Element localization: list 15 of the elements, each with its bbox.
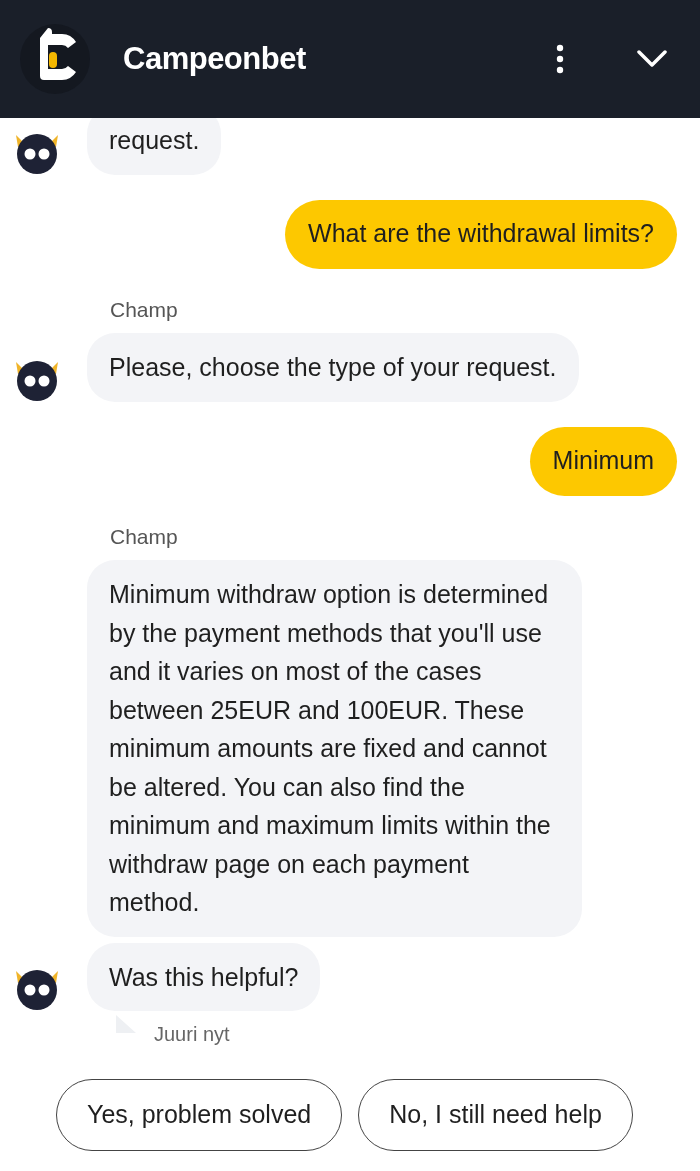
bot-message: Please, choose the type of your request. xyxy=(87,333,579,402)
more-icon xyxy=(556,44,564,74)
user-message: Minimum xyxy=(529,426,677,496)
bot-message: Was this helpful? xyxy=(87,942,321,1011)
chevron-down-icon xyxy=(637,50,667,68)
message-time: Juuri nyt xyxy=(154,1022,230,1047)
chat-title: Campeonbet xyxy=(123,39,306,78)
logo-icon xyxy=(20,24,90,94)
sender-name: Champ xyxy=(110,296,179,323)
quick-reply-button[interactable]: Yes, problem solved xyxy=(56,1079,343,1151)
quick-reply-button[interactable]: No, I still need help xyxy=(358,1079,633,1151)
bot-message: request. xyxy=(87,118,222,175)
sender-name: Champ xyxy=(110,523,179,550)
bot-message: Minimum withdraw option is determined by the payment methods that you'll use and it varies on most of the cases between 25EUR and 100EUR. These minimum amounts are fixed and cannot be altered. You can also find the minimum and maximum limits within the withdraw page on each payment method. xyxy=(87,560,582,937)
user-message: What are the withdrawal limits? xyxy=(285,199,677,269)
